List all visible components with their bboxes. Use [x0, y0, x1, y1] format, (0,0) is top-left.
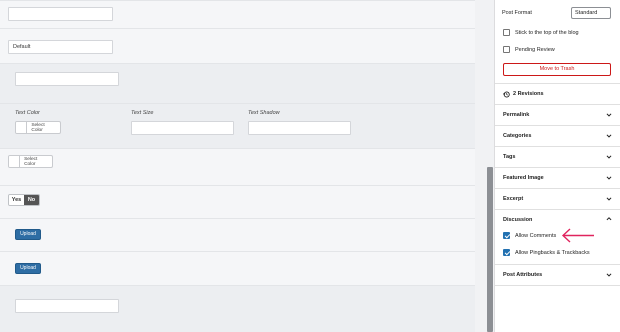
post-format-label: Post Format [502, 10, 532, 16]
arrow-left-icon [561, 228, 594, 243]
pending-review-checkbox[interactable] [503, 46, 510, 53]
panel-title: Discussion [503, 217, 533, 223]
panel-featured-image[interactable]: Featured Image [495, 167, 620, 188]
field-row-band [0, 218, 475, 251]
toggle-yes-option[interactable]: Yes [9, 195, 24, 205]
panel-tags[interactable]: Tags [495, 146, 620, 167]
panel-title: Categories [503, 133, 532, 139]
text-size-input[interactable] [131, 121, 234, 135]
panel-title: Excerpt [503, 196, 524, 202]
field-row-band [0, 103, 475, 148]
post-format-value: Standard [575, 10, 598, 16]
panel-title: Featured Image [503, 175, 544, 181]
allow-pingbacks-label: Allow Pingbacks & Trackbacks [515, 250, 590, 256]
chevron-down-icon [606, 176, 612, 180]
upload-button[interactable]: Upload [15, 263, 41, 274]
select-color-label: Select Color [24, 156, 38, 167]
text-color-picker-button[interactable]: Select Color [15, 121, 61, 134]
panel-categories[interactable]: Categories [495, 125, 620, 146]
chevron-up-icon [606, 217, 612, 221]
stick-to-top-label: Stick to the top of the blog [515, 30, 579, 36]
chevron-down-icon [606, 155, 612, 159]
text-size-label: Text Size [131, 110, 154, 116]
revisions-label: 2 Revisions [513, 91, 544, 97]
text-shadow-label: Text Shadow [248, 110, 280, 116]
chevron-down-icon [606, 113, 612, 117]
scrollbar-thumb[interactable] [487, 167, 493, 332]
panel-post-attributes[interactable]: Post Attributes [495, 264, 620, 286]
move-to-trash-button[interactable]: Move to Trash [503, 63, 611, 76]
text-shadow-input[interactable] [248, 121, 351, 135]
panel-title: Post Attributes [503, 272, 543, 278]
text-field-bottom[interactable] [15, 299, 119, 313]
panel-excerpt[interactable]: Excerpt [495, 188, 620, 209]
field-row-band [0, 185, 475, 218]
chevron-down-icon [606, 197, 612, 201]
select-color-label: Select Color [31, 122, 45, 133]
text-field-1[interactable] [8, 7, 113, 21]
chevron-down-icon [606, 134, 612, 138]
panel-permalink[interactable]: Permalink [495, 104, 620, 125]
pending-review-label: Pending Review [515, 47, 555, 53]
history-icon [503, 91, 510, 98]
allow-comments-checkbox[interactable] [503, 232, 510, 239]
toggle-no-option[interactable]: No [24, 195, 39, 205]
field-row-band [0, 251, 475, 285]
allow-comments-label: Allow Comments [515, 233, 557, 239]
text-field-3[interactable] [15, 72, 119, 86]
color-swatch [16, 122, 28, 133]
custom-fields-area: Default Text Color Text Size Text Shadow… [0, 0, 475, 332]
panel-title: Permalink [503, 112, 530, 118]
chevron-down-icon [606, 273, 612, 277]
default-text-field[interactable]: Default [8, 40, 113, 54]
yes-no-toggle[interactable]: Yes No [8, 194, 40, 206]
upload-button[interactable]: Upload [15, 229, 41, 240]
color-swatch [9, 156, 21, 167]
field-row-band [0, 148, 475, 185]
color-picker-button[interactable]: Select Color [8, 155, 53, 168]
post-format-select[interactable]: Standard [571, 7, 611, 19]
allow-pingbacks-checkbox[interactable] [503, 249, 510, 256]
revisions-row[interactable]: 2 Revisions [495, 83, 620, 104]
stick-to-top-checkbox[interactable] [503, 29, 510, 36]
text-color-label: Text Color [15, 110, 40, 116]
panel-title: Tags [503, 154, 516, 160]
